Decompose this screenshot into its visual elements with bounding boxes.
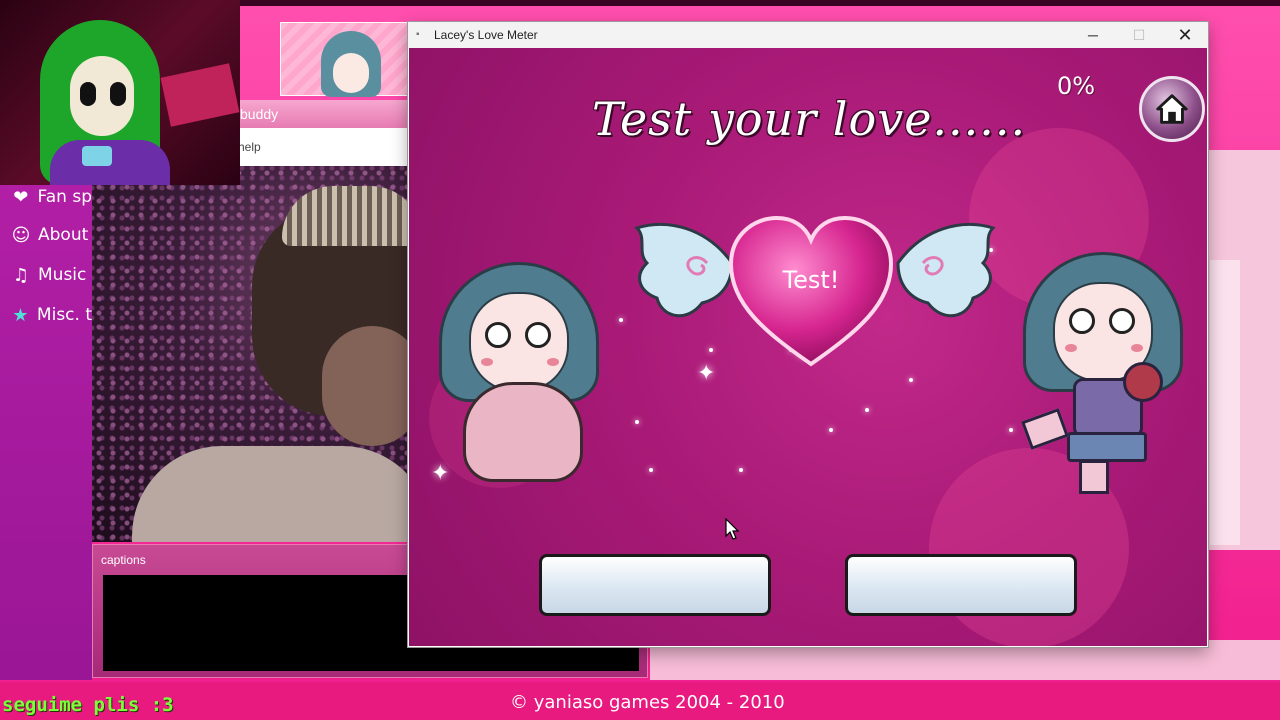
background-right-inner-panel (1210, 260, 1240, 545)
sidebar-item-misc[interactable]: ★ Misc. t (10, 304, 92, 326)
buddy-window-title: buddy (238, 100, 410, 128)
window-title: Lacey's Love Meter (434, 28, 538, 42)
home-button[interactable] (1139, 76, 1205, 142)
mouse-cursor-icon (725, 518, 739, 540)
sidebar-item-label: Music (38, 265, 87, 285)
answer-button-left[interactable] (539, 554, 771, 616)
heart-button-label: Test! (782, 266, 840, 294)
background-top-bar (240, 0, 1280, 6)
test-heart-button[interactable]: Test! (725, 212, 897, 372)
game-headline: Test your love...... (591, 92, 1027, 146)
sidebar-item-music[interactable]: ♫ Music (10, 264, 92, 286)
stream-overlay-text: seguime plis :3 (2, 694, 174, 716)
fan-icon: ❤ (13, 186, 29, 208)
sidebar-item-label: About (38, 225, 89, 245)
minimize-button[interactable]: ─ (1070, 22, 1116, 48)
game-canvas: ✦ ✦ ✦ Test your love...... 0% (409, 48, 1207, 646)
answer-button-right[interactable] (845, 554, 1077, 616)
smiley-icon: ☺ (11, 224, 31, 246)
love-percentage: 0% (1057, 72, 1096, 100)
sidebar-item-about[interactable]: ☺ About (10, 224, 92, 246)
buddy-window-menu-help[interactable]: help (238, 128, 410, 154)
love-meter-window: ▪ Lacey's Love Meter ─ ☐ ✕ ✦ ✦ ✦ Test yo… (408, 22, 1208, 647)
left-character (429, 252, 609, 492)
right-character (1013, 242, 1193, 502)
sidebar-item-label: Fan sp (37, 187, 92, 207)
background-header-image (280, 22, 410, 97)
sparkle-icon: ✦ (697, 360, 716, 385)
sidebar-item-fan[interactable]: ❤ Fan sp (10, 186, 92, 208)
left-wing-icon (634, 222, 734, 318)
star-icon: ★ (12, 304, 29, 326)
right-wing-icon (896, 222, 996, 318)
music-icon: ♫ (12, 264, 30, 286)
maximize-button[interactable]: ☐ (1116, 22, 1162, 48)
buddy-window: buddy help (238, 100, 410, 166)
background-sidebar: ❤ Fan sp ☺ About ♫ Music ★ Misc. t (0, 180, 92, 680)
streamer-avatar (0, 0, 240, 185)
sidebar-item-label: Misc. t (36, 305, 92, 325)
app-icon: ▪ (416, 29, 420, 40)
home-icon (1156, 94, 1188, 124)
footer-copyright: © yaniaso games 2004 - 2010 (510, 692, 785, 713)
close-button[interactable]: ✕ (1162, 22, 1208, 48)
webcam-feed (92, 166, 410, 542)
